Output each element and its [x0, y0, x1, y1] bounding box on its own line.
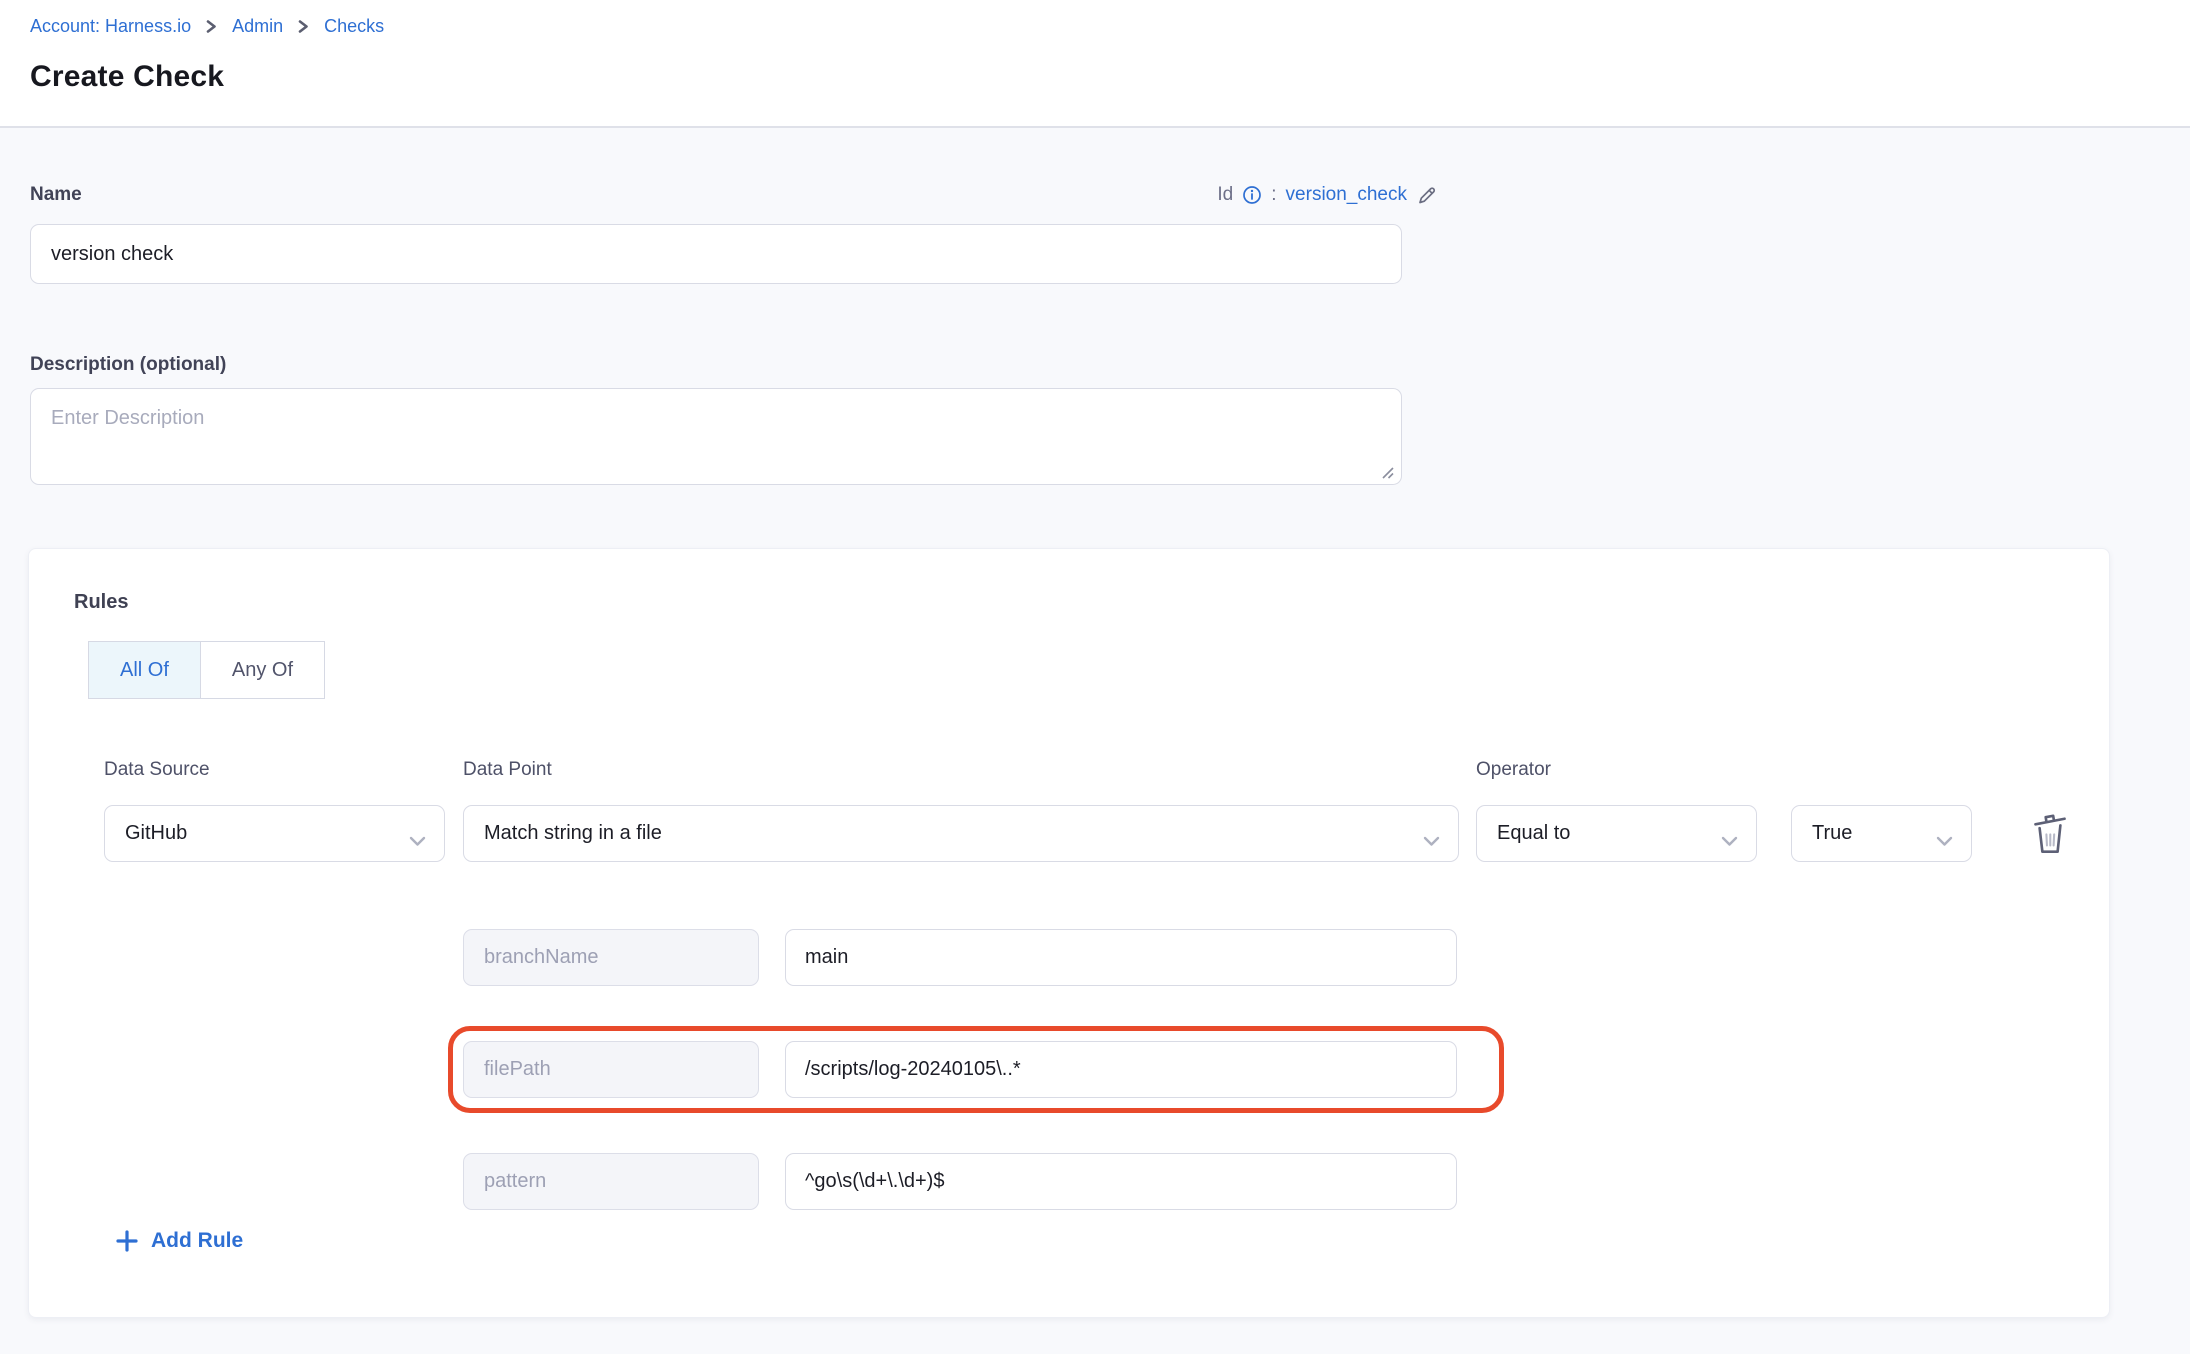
data-source-select[interactable]: GitHub: [104, 805, 445, 862]
info-icon[interactable]: [1242, 185, 1262, 205]
page-title: Create Check: [30, 60, 224, 94]
operator-select[interactable]: Equal to: [1476, 805, 1757, 862]
any-of-button[interactable]: Any Of: [201, 641, 325, 699]
data-point-select[interactable]: Match string in a file: [463, 805, 1459, 862]
operator-boolean-select[interactable]: True: [1791, 805, 1972, 862]
rules-match-toggle: All Of Any Of: [88, 641, 325, 699]
delete-rule-button[interactable]: [2027, 809, 2073, 859]
chevron-down-icon: [409, 830, 426, 853]
operator-value: Equal to: [1497, 822, 1570, 845]
rules-card: Rules All Of Any Of Data Source Data Poi…: [28, 548, 2110, 1318]
data-source-label: Data Source: [104, 759, 210, 781]
operator-boolean-value: True: [1812, 822, 1852, 845]
chevron-down-icon: [1936, 830, 1953, 853]
id-label: Id: [1217, 184, 1233, 206]
param-key-pattern: pattern: [463, 1153, 759, 1210]
rules-section-label: Rules: [74, 591, 128, 614]
chevron-right-icon: [297, 19, 310, 34]
data-source-value: GitHub: [125, 822, 187, 845]
param-row-pattern: pattern: [463, 1153, 1457, 1210]
chevron-down-icon: [1423, 830, 1440, 853]
data-point-value: Match string in a file: [484, 822, 662, 845]
operator-label: Operator: [1476, 759, 1551, 781]
breadcrumb-admin-link[interactable]: Admin: [232, 16, 283, 37]
chevron-down-icon: [1721, 830, 1738, 853]
add-rule-label: Add Rule: [151, 1229, 243, 1253]
all-of-button[interactable]: All Of: [88, 641, 201, 699]
id-line: Id : version_check: [1217, 184, 1438, 206]
param-input-pattern[interactable]: [785, 1153, 1457, 1210]
param-input-file-path[interactable]: [785, 1041, 1457, 1098]
param-input-branch-name[interactable]: [785, 929, 1457, 986]
name-field-header: Name Id : version_check: [30, 184, 1438, 206]
id-value-link[interactable]: version_check: [1286, 184, 1407, 206]
pencil-icon[interactable]: [1416, 184, 1438, 206]
param-row-file-path: filePath: [463, 1041, 1457, 1098]
param-key-branch-name: branchName: [463, 929, 759, 986]
name-label: Name: [30, 184, 82, 206]
param-row-branch-name: branchName: [463, 929, 1457, 986]
chevron-right-icon: [205, 19, 218, 34]
breadcrumb-account-link[interactable]: Account: Harness.io: [30, 16, 191, 37]
id-separator: :: [1271, 184, 1276, 206]
data-point-label: Data Point: [463, 759, 552, 781]
add-rule-button[interactable]: Add Rule: [115, 1229, 243, 1253]
breadcrumb: Account: Harness.io Admin Checks: [30, 16, 384, 37]
description-label: Description (optional): [30, 354, 226, 376]
param-key-file-path: filePath: [463, 1041, 759, 1098]
plus-icon: [115, 1229, 139, 1253]
create-check-page: Account: Harness.io Admin Checks Create …: [0, 0, 2190, 1354]
trash-icon: [2032, 811, 2068, 858]
name-input[interactable]: [30, 224, 1402, 284]
breadcrumb-checks-link[interactable]: Checks: [324, 16, 384, 37]
description-input[interactable]: [30, 388, 1402, 485]
